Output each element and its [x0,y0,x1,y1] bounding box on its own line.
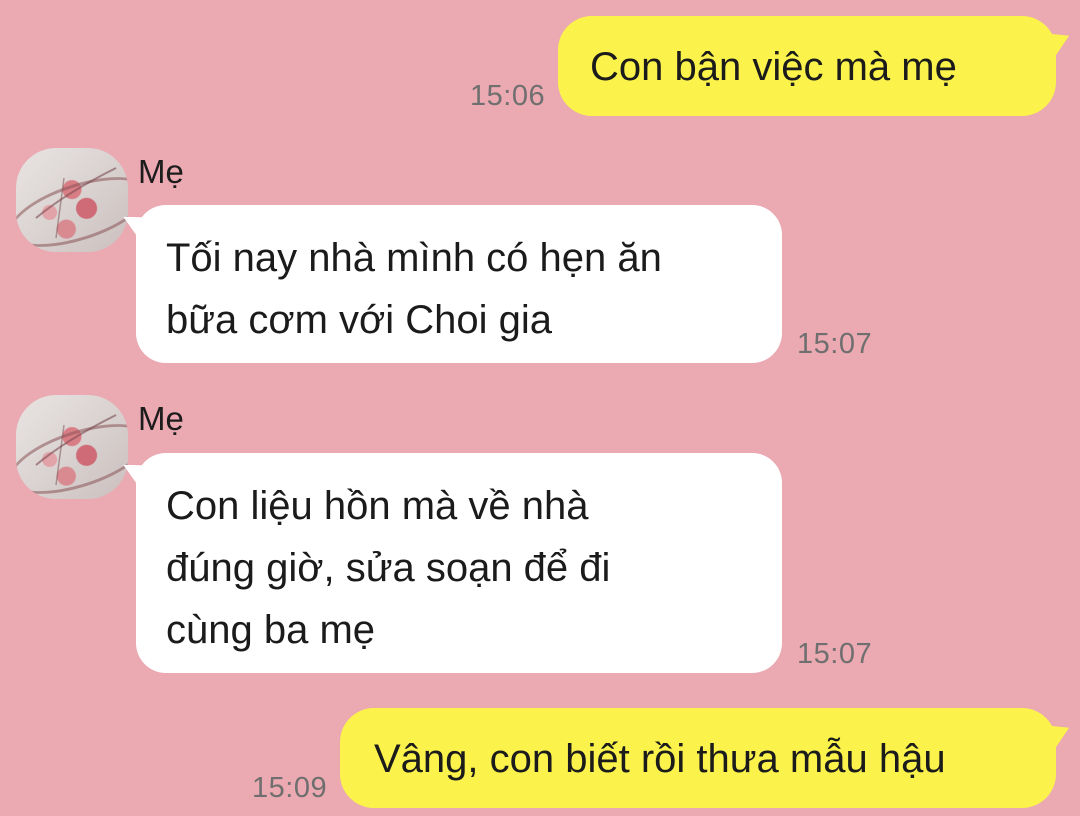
message-text-line: Con liệu hồn mà về nhà [166,484,589,528]
message-text-line: đúng giờ, sửa soạn để đi [166,546,611,590]
message-timestamp: 15:07 [797,638,873,670]
sender-name: Mẹ [138,153,184,190]
sender-name: Mẹ [138,400,184,437]
message-timestamp: 15:06 [470,80,546,112]
incoming-message-bubble[interactable]: Con liệu hồn mà về nhà đúng giờ, sửa soạ… [136,453,782,673]
message-text: Vâng, con biết rồi thưa mẫu hậu [374,737,946,781]
sender-avatar-icon[interactable] [16,395,128,499]
outgoing-message-bubble[interactable]: Vâng, con biết rồi thưa mẫu hậu [340,708,1056,808]
message-timestamp: 15:07 [797,328,873,360]
message-text-line: bữa cơm với Choi gia [166,298,553,342]
chat-thread: 15:06 Con bận việc mà mẹ Mẹ Tối nay nhà … [0,0,1080,816]
message-text-line: cùng ba mẹ [166,608,376,652]
message-text: Con bận việc mà mẹ [590,45,957,89]
outgoing-message-bubble[interactable]: Con bận việc mà mẹ [558,16,1056,116]
message-timestamp: 15:09 [252,772,328,804]
sender-avatar-icon[interactable] [16,148,128,252]
incoming-message-bubble[interactable]: Tối nay nhà mình có hẹn ăn bữa cơm với C… [136,205,782,363]
message-text-line: Tối nay nhà mình có hẹn ăn [166,236,662,280]
